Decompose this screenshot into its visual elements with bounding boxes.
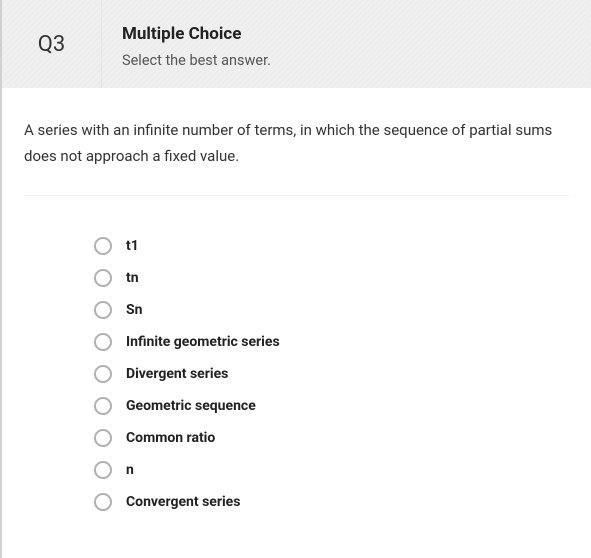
radio-icon xyxy=(94,429,112,447)
radio-icon xyxy=(94,301,112,319)
question-header: Q3 Multiple Choice Select the best answe… xyxy=(0,0,591,88)
option-label: Common ratio xyxy=(126,430,215,446)
radio-icon xyxy=(94,397,112,415)
option-n[interactable]: n xyxy=(94,454,569,486)
radio-icon xyxy=(94,237,112,255)
radio-icon xyxy=(94,493,112,511)
question-text: A series with an infinite number of term… xyxy=(24,118,569,196)
radio-icon xyxy=(94,365,112,383)
question-type: Multiple Choice xyxy=(122,24,571,44)
option-sn[interactable]: Sn xyxy=(94,294,569,326)
option-label: Divergent series xyxy=(126,366,228,382)
option-infinite-geometric-series[interactable]: Infinite geometric series xyxy=(94,326,569,358)
option-label: tn xyxy=(126,270,139,286)
question-number: Q3 xyxy=(2,0,102,88)
option-t1[interactable]: t1 xyxy=(94,230,569,262)
option-divergent-series[interactable]: Divergent series xyxy=(94,358,569,390)
option-geometric-sequence[interactable]: Geometric sequence xyxy=(94,390,569,422)
option-label: Geometric sequence xyxy=(126,398,256,414)
radio-icon xyxy=(94,461,112,479)
option-label: Convergent series xyxy=(126,494,240,510)
question-content: A series with an infinite number of term… xyxy=(0,88,591,558)
option-label: t1 xyxy=(126,238,139,254)
question-meta: Multiple Choice Select the best answer. xyxy=(102,0,591,88)
option-tn[interactable]: tn xyxy=(94,262,569,294)
question-instruction: Select the best answer. xyxy=(122,52,571,69)
radio-icon xyxy=(94,333,112,351)
option-convergent-series[interactable]: Convergent series xyxy=(94,486,569,518)
options-list: t1 tn Sn Infinite geometric series Diver… xyxy=(24,196,569,518)
option-label: Sn xyxy=(126,302,142,318)
radio-icon xyxy=(94,269,112,287)
option-label: n xyxy=(126,462,134,478)
option-label: Infinite geometric series xyxy=(126,334,280,350)
option-common-ratio[interactable]: Common ratio xyxy=(94,422,569,454)
